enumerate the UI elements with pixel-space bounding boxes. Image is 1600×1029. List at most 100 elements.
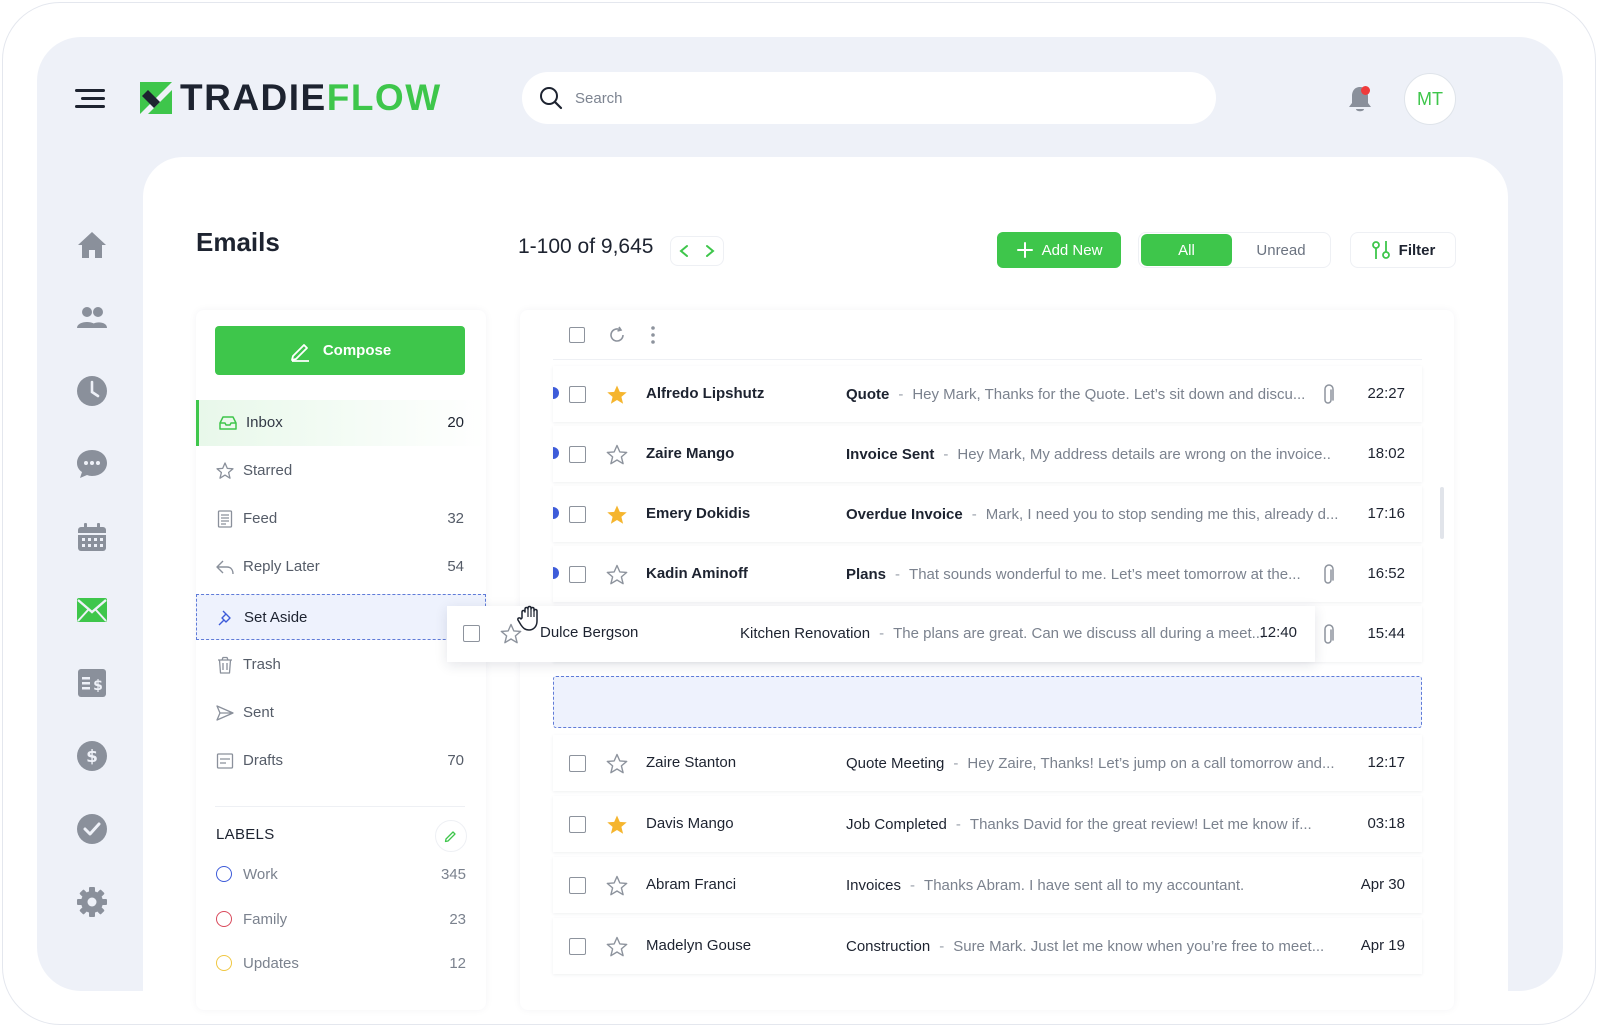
mail-icon[interactable] [72,590,112,630]
unread-indicator [553,387,559,399]
email-sender: Alfredo Lipshutz [646,385,765,402]
email-row[interactable]: Emery Dokidis Overdue Invoice - Mark, I ne… [553,486,1422,542]
label-name: Family [243,911,288,928]
email-summary: Quote Meeting - Hey Zaire, Thanks! Let’s j… [846,755,1335,772]
unread-indicator [553,507,559,519]
add-new-label: Add New [1041,241,1103,259]
folder-starred[interactable]: Starred [196,448,486,494]
dollar-icon[interactable]: $ [72,736,112,776]
avatar[interactable]: MT [1404,73,1456,125]
gear-icon[interactable] [72,882,112,922]
chevron-left-icon[interactable] [678,244,690,258]
scrollbar[interactable] [1440,487,1444,539]
email-checkbox[interactable] [569,446,586,463]
trash-icon [218,656,232,674]
star-outline-icon[interactable] [606,564,628,586]
folder-label: Feed [243,510,278,527]
labels-title: LABELS [216,826,275,843]
folder-drafts[interactable]: Drafts 70 [196,738,486,784]
compose-button[interactable]: Compose [215,326,465,375]
email-summary: Job Completed - Thanks David for the great… [846,816,1312,833]
invoice-icon[interactable]: $ [72,663,112,703]
calendar-icon[interactable] [72,517,112,557]
add-new-button[interactable]: Add New [997,232,1121,268]
users-icon[interactable] [72,298,112,338]
search-bar[interactable] [522,72,1216,124]
email-time: 22:27 [1367,385,1405,402]
star-outline-icon[interactable] [606,875,628,897]
email-checkbox[interactable] [569,386,586,403]
select-all-checkbox[interactable] [569,327,585,343]
email-summary: Invoices - Thanks Abram. I have sent all t… [846,877,1245,894]
label-family[interactable]: Family 23 [216,908,466,932]
check-icon[interactable] [72,809,112,849]
send-icon [216,705,234,721]
refresh-icon[interactable] [607,325,627,345]
email-subject: Plans [846,566,887,583]
more-vertical-icon[interactable] [650,325,656,345]
folder-feed[interactable]: Feed 32 [196,496,486,542]
drop-zone[interactable] [553,676,1422,728]
clock-icon[interactable] [72,371,112,411]
filter-all-button[interactable]: All [1141,234,1232,266]
chat-icon[interactable] [72,444,112,484]
email-row[interactable]: Madelyn Gouse Construction - Sure Mark. Ju… [553,918,1422,974]
divider [553,359,1422,360]
email-row[interactable]: Kadin Aminoff Plans - That sounds wonderfu… [553,546,1422,602]
folder-count: 32 [447,510,464,527]
notification-dot [1361,86,1370,95]
email-time: 15:44 [1367,625,1405,642]
email-row[interactable]: Zaire Mango Invoice Sent - Hey Mark, My ad… [553,426,1422,482]
document-icon [217,510,233,528]
edit-labels-button[interactable] [435,820,467,852]
pencil-icon [444,831,456,843]
label-work[interactable]: Work 345 [216,863,466,887]
filter-unread-button[interactable]: Unread [1235,234,1327,266]
chevron-right-icon[interactable] [704,244,716,258]
home-icon[interactable] [72,225,112,265]
folder-set-aside[interactable]: Set Aside [196,594,486,640]
star-filled-icon[interactable] [606,814,628,836]
email-subject: Construction [846,938,931,955]
email-row[interactable]: Davis Mango Job Completed - Thanks David f… [553,796,1422,852]
email-preview: Mark, I need you to stop sending me this… [985,506,1339,523]
star-outline-icon[interactable] [606,753,628,775]
email-checkbox[interactable] [569,938,586,955]
email-subject: Quote Meeting [846,755,945,772]
search-input[interactable] [573,88,1137,108]
email-row[interactable]: Alfredo Lipshutz Quote - Hey Mark, Thanks … [553,366,1422,422]
inbox-icon [219,416,237,430]
folder-inbox[interactable]: Inbox 20 [196,400,486,446]
email-summary: Kitchen Renovation - The plans are great. … [740,625,1265,642]
brand-logo[interactable]: TRADIE FLOW [140,77,442,118]
pagination-controls [670,236,724,266]
email-checkbox[interactable] [569,566,586,583]
email-sender: Emery Dokidis [646,505,751,522]
star-filled-icon[interactable] [606,504,628,526]
email-row[interactable]: Abram Franci Invoices - Thanks Abram. I ha… [553,857,1422,913]
email-checkbox[interactable] [569,506,586,523]
label-name: Updates [243,955,299,972]
star-outline-icon[interactable] [606,936,628,958]
drafts-icon [216,753,234,769]
email-sender: Dulce Bergson [540,624,639,641]
brand-name-part2: FLOW [326,77,442,118]
compose-label: Compose [322,342,392,359]
email-preview: Sure Mark. Just let me know when you’re … [953,938,1325,955]
email-checkbox[interactable] [569,816,586,833]
folder-trash[interactable]: Trash [196,642,486,688]
label-updates[interactable]: Updates 12 [216,952,466,976]
email-row[interactable]: Zaire Stanton Quote Meeting - Hey Zaire, T… [553,735,1422,791]
email-checkbox[interactable] [569,877,586,894]
folder-sent[interactable]: Sent [196,690,486,736]
filter-button[interactable]: Filter [1350,232,1456,268]
star-filled-icon[interactable] [606,384,628,406]
menu-icon[interactable] [75,88,105,110]
star-outline-icon[interactable] [606,444,628,466]
pencil-icon [290,343,309,362]
email-checkbox[interactable] [463,625,480,642]
folder-reply-later[interactable]: Reply Later 54 [196,544,486,590]
email-preview: Hey Mark, My address details are wrong o… [957,446,1331,463]
email-checkbox[interactable] [569,755,586,772]
dragged-email-card[interactable]: Dulce Bergson Kitchen Renovation - The pla… [447,606,1315,662]
